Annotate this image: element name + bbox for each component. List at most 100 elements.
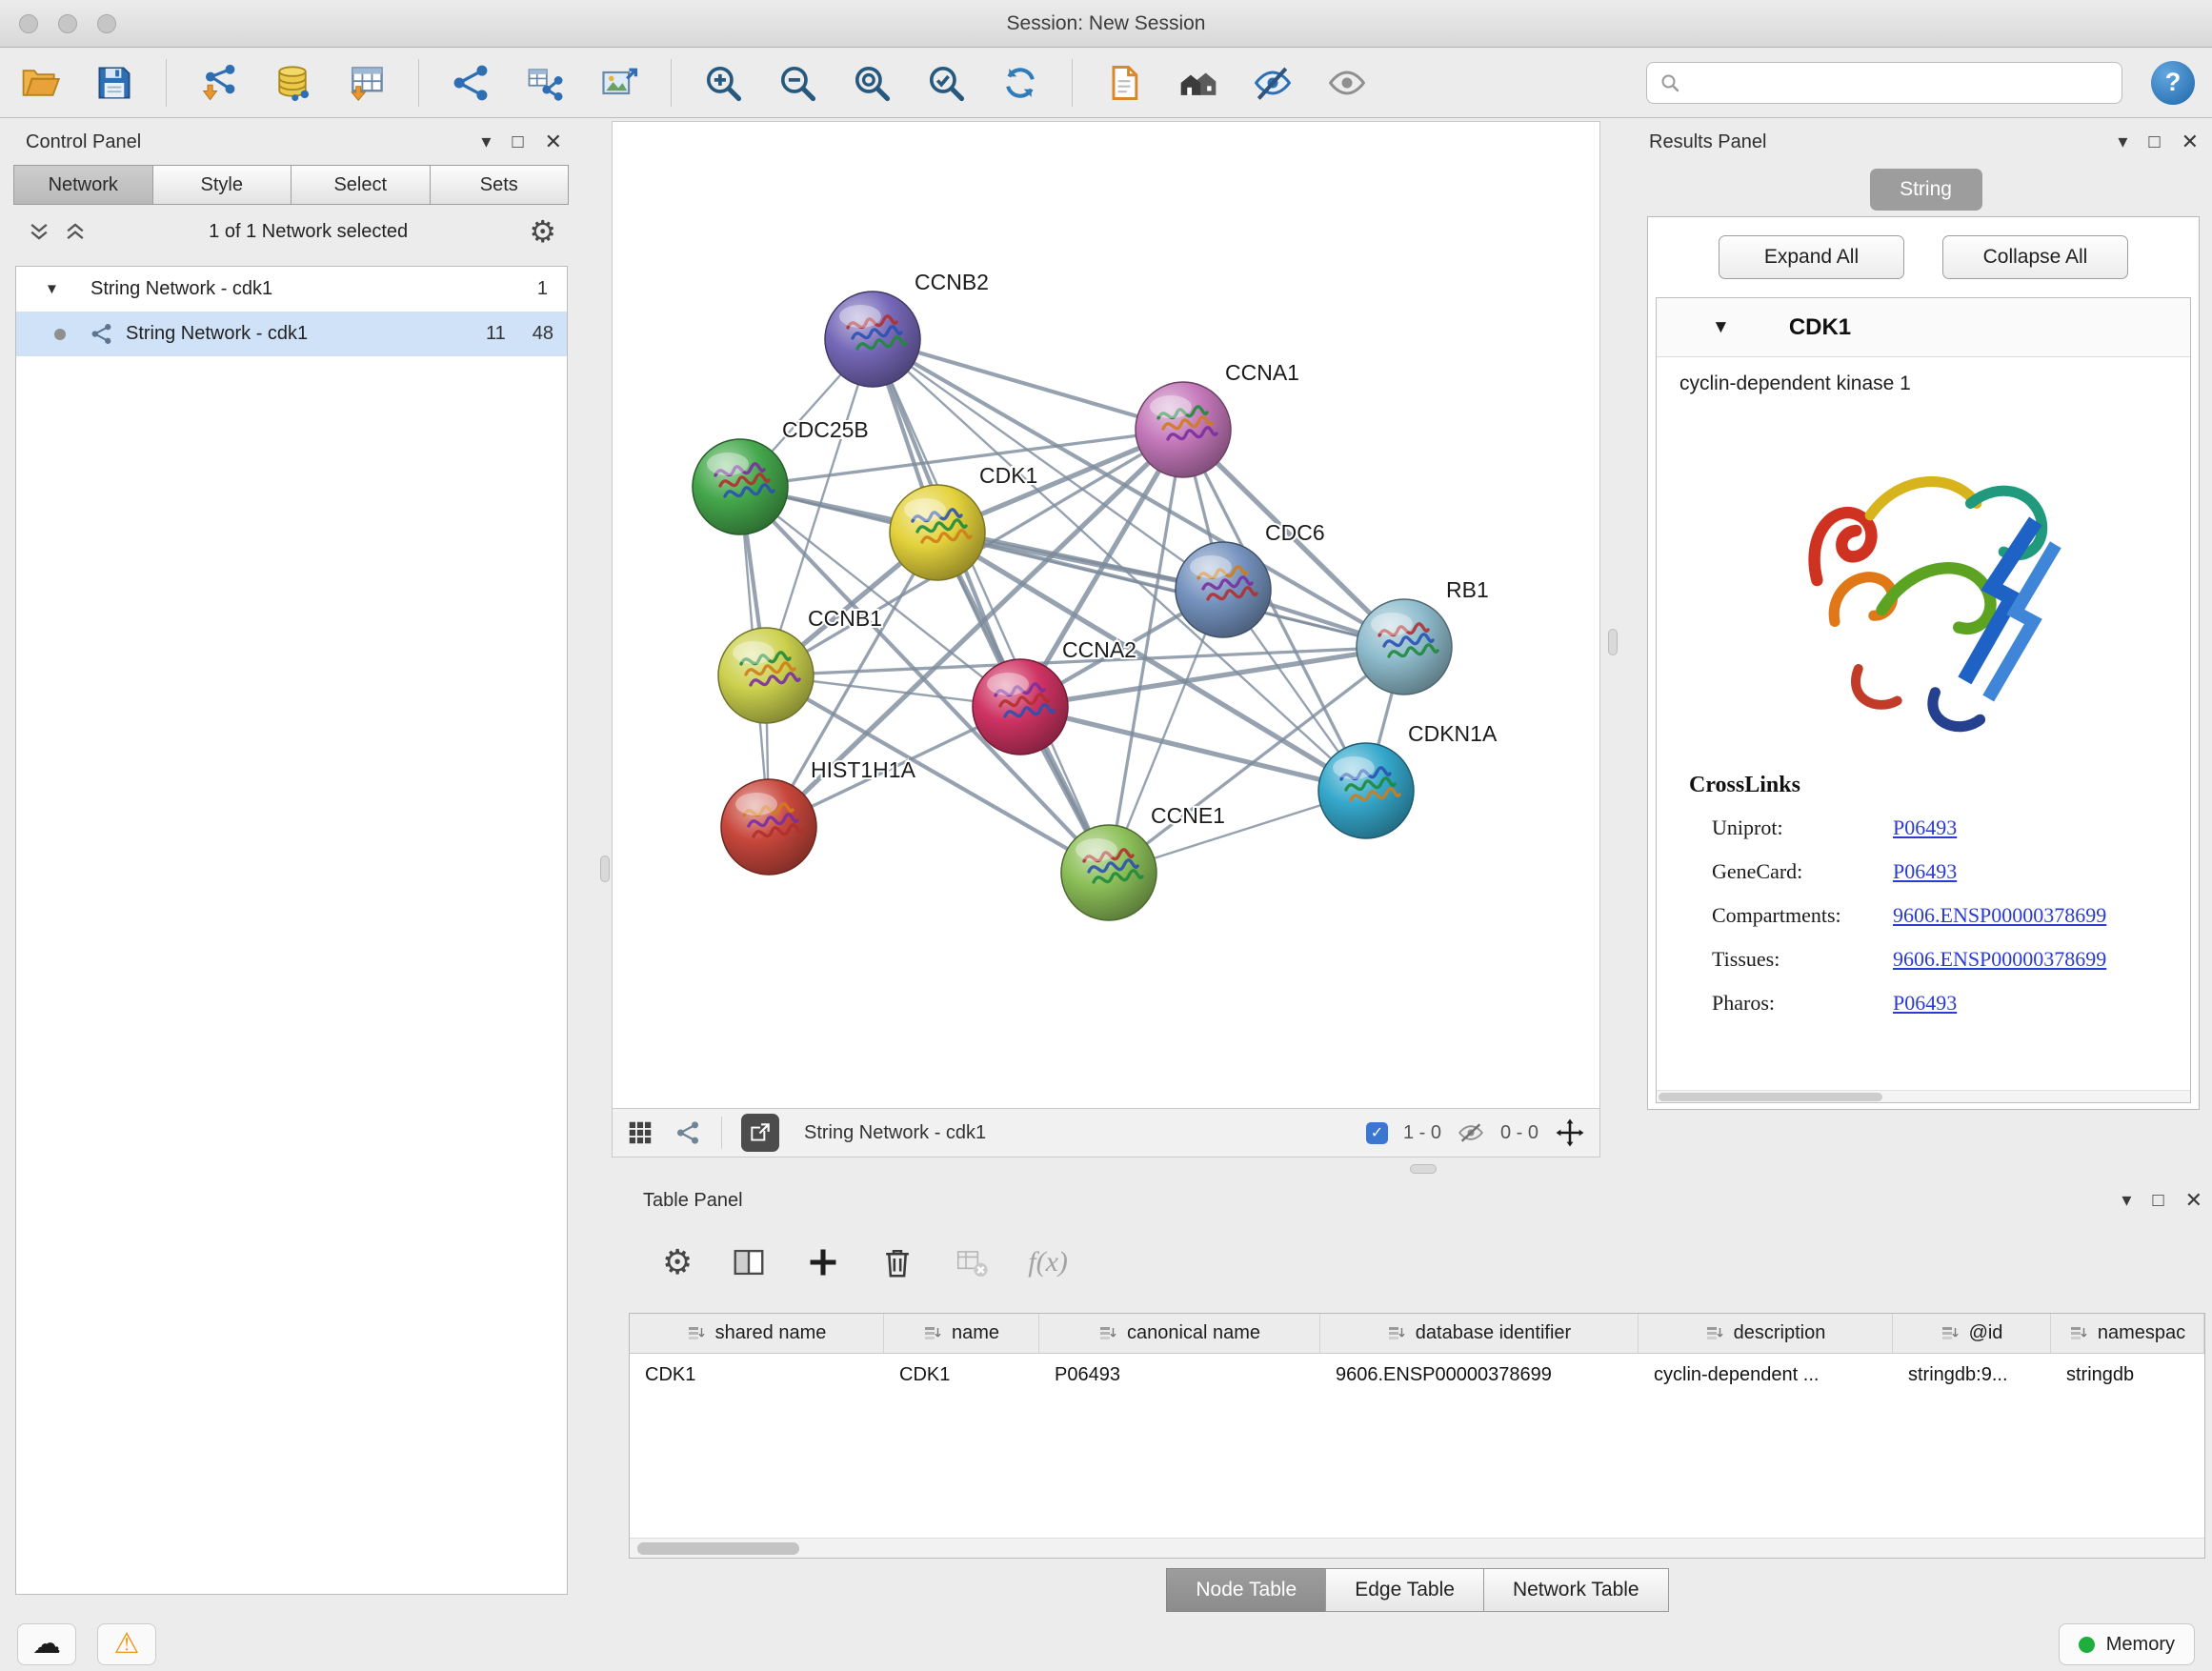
zoom-out-button[interactable]: [774, 60, 820, 106]
panel-float-icon[interactable]: □: [2148, 132, 2160, 151]
network-edge[interactable]: [873, 339, 1109, 873]
scrollbar-thumb[interactable]: [637, 1542, 799, 1555]
zoom-in-button[interactable]: [700, 60, 746, 106]
tab-network-table[interactable]: Network Table: [1483, 1568, 1669, 1612]
clone-network-button[interactable]: [1101, 60, 1147, 106]
network-options-gear-icon[interactable]: ⚙: [529, 216, 556, 247]
import-network-from-file-button[interactable]: [195, 60, 241, 106]
network-node-CCNE1[interactable]: [1061, 825, 1156, 920]
selected-indicator-checkbox[interactable]: ✓: [1366, 1122, 1388, 1144]
crosslink-link[interactable]: 9606.ENSP00000378699: [1893, 947, 2106, 972]
detach-view-button[interactable]: [741, 1114, 779, 1152]
column-header-description[interactable]: description: [1639, 1314, 1893, 1353]
network-node-RB1[interactable]: [1357, 599, 1452, 695]
import-table-from-file-button[interactable]: [344, 60, 390, 106]
network-row-selected[interactable]: String Network - cdk1 11 48: [16, 312, 567, 356]
help-button[interactable]: ?: [2151, 61, 2195, 105]
network-collection-row[interactable]: ▼ String Network - cdk1 1: [16, 267, 567, 312]
column-header-name[interactable]: name: [884, 1314, 1039, 1353]
panel-collapse-icon[interactable]: ▾: [481, 132, 491, 151]
search-input[interactable]: [1691, 71, 2110, 93]
import-network-from-database-button[interactable]: [270, 60, 315, 106]
panel-collapse-icon[interactable]: ▾: [2122, 1191, 2131, 1210]
save-session-button[interactable]: [91, 60, 137, 106]
panel-float-icon[interactable]: □: [512, 132, 523, 151]
export-image-button[interactable]: [596, 60, 642, 106]
pan-move-icon[interactable]: [1554, 1117, 1586, 1149]
zoom-fit-button[interactable]: [849, 60, 895, 106]
collapse-all-icon[interactable]: [27, 219, 51, 244]
refresh-layout-button[interactable]: [997, 60, 1043, 106]
first-neighbors-button[interactable]: [1176, 60, 1221, 106]
network-graph[interactable]: CCNB2CCNA1CDC25BCDK1CDC6RB1CCNB1CCNA2CDK…: [613, 122, 1599, 1107]
zoom-window-button[interactable]: [97, 14, 116, 33]
splitter-handle[interactable]: [1410, 1164, 1437, 1174]
network-node-CDC25B[interactable]: [693, 439, 788, 534]
create-column-plus-icon[interactable]: [805, 1244, 841, 1280]
table-horizontal-scrollbar[interactable]: [630, 1538, 2204, 1558]
panel-close-icon[interactable]: ✕: [2182, 131, 2199, 152]
expand-all-button[interactable]: Expand All: [1719, 235, 1904, 279]
close-window-button[interactable]: [19, 14, 38, 33]
cell-id[interactable]: stringdb:9...: [1893, 1354, 2051, 1396]
cell-description[interactable]: cyclin-dependent ...: [1639, 1354, 1893, 1396]
expand-all-icon[interactable]: [63, 219, 88, 244]
hide-annotation-button[interactable]: [1250, 60, 1296, 106]
crosslink-link[interactable]: 9606.ENSP00000378699: [1893, 903, 2106, 928]
card-caret-icon[interactable]: ▼: [1712, 317, 1730, 338]
network-node-CCNB1[interactable]: [718, 628, 814, 723]
tab-style[interactable]: Style: [152, 165, 292, 205]
panel-close-icon[interactable]: ✕: [2185, 1190, 2202, 1211]
cell-namespace[interactable]: stringdb: [2051, 1354, 2204, 1396]
network-node-CDC6[interactable]: [1176, 542, 1271, 637]
network-view-icon[interactable]: [674, 1118, 702, 1147]
column-header-shared-name[interactable]: shared name: [630, 1314, 884, 1353]
tab-network[interactable]: Network: [13, 165, 153, 205]
memory-button[interactable]: Memory: [2059, 1623, 2195, 1665]
new-network-button[interactable]: [448, 60, 493, 106]
card-horizontal-scrollbar[interactable]: [1657, 1090, 2190, 1102]
show-columns-icon[interactable]: [731, 1244, 767, 1280]
network-edge[interactable]: [937, 533, 1404, 647]
cell-shared-name[interactable]: CDK1: [630, 1354, 884, 1396]
column-header-canonical-name[interactable]: canonical name: [1039, 1314, 1320, 1353]
tab-string[interactable]: String: [1870, 169, 1982, 211]
splitter-handle[interactable]: [600, 856, 610, 882]
table-options-gear-icon[interactable]: ⚙: [662, 1245, 693, 1279]
panel-float-icon[interactable]: □: [2152, 1191, 2163, 1210]
cell-database-identifier[interactable]: 9606.ENSP00000378699: [1320, 1354, 1639, 1396]
network-edge[interactable]: [873, 339, 1183, 430]
crosslink-link[interactable]: P06493: [1893, 859, 1957, 884]
zoom-selected-button[interactable]: [923, 60, 969, 106]
open-session-button[interactable]: [17, 60, 63, 106]
tab-edge-table[interactable]: Edge Table: [1325, 1568, 1484, 1612]
network-node-CCNA2[interactable]: [973, 659, 1068, 755]
show-hide-button[interactable]: [1324, 60, 1370, 106]
tree-caret-icon[interactable]: ▼: [45, 281, 66, 297]
cloud-status-button[interactable]: ☁: [17, 1623, 76, 1665]
gene-card-header[interactable]: ▼ CDK1: [1657, 298, 2190, 357]
column-header-database-identifier[interactable]: database identifier: [1320, 1314, 1639, 1353]
table-row[interactable]: CDK1 CDK1 P06493 9606.ENSP00000378699 cy…: [630, 1354, 2204, 1396]
column-header-namespace[interactable]: namespac: [2051, 1314, 2204, 1353]
warnings-button[interactable]: ⚠: [97, 1623, 156, 1665]
tab-sets[interactable]: Sets: [430, 165, 570, 205]
delete-column-trash-icon[interactable]: [879, 1244, 915, 1280]
minimize-window-button[interactable]: [58, 14, 77, 33]
scrollbar-thumb[interactable]: [1659, 1093, 1882, 1101]
network-node-CDKN1A[interactable]: [1318, 743, 1414, 838]
crosslink-link[interactable]: P06493: [1893, 991, 1957, 1016]
network-node-CDK1[interactable]: [890, 485, 985, 580]
panel-collapse-icon[interactable]: ▾: [2118, 132, 2127, 151]
network-from-table-button[interactable]: [522, 60, 568, 106]
column-header-id[interactable]: @id: [1893, 1314, 2051, 1353]
grid-view-icon[interactable]: [626, 1118, 654, 1147]
network-canvas[interactable]: CCNB2CCNA1CDC25BCDK1CDC6RB1CCNB1CCNA2CDK…: [612, 121, 1600, 1108]
splitter-handle[interactable]: [1608, 629, 1618, 655]
tab-node-table[interactable]: Node Table: [1166, 1568, 1326, 1612]
network-node-CCNB2[interactable]: [825, 292, 920, 387]
network-node-CCNA1[interactable]: [1136, 382, 1231, 477]
cell-canonical-name[interactable]: P06493: [1039, 1354, 1320, 1396]
tab-select[interactable]: Select: [291, 165, 431, 205]
collapse-all-button[interactable]: Collapse All: [1942, 235, 2128, 279]
